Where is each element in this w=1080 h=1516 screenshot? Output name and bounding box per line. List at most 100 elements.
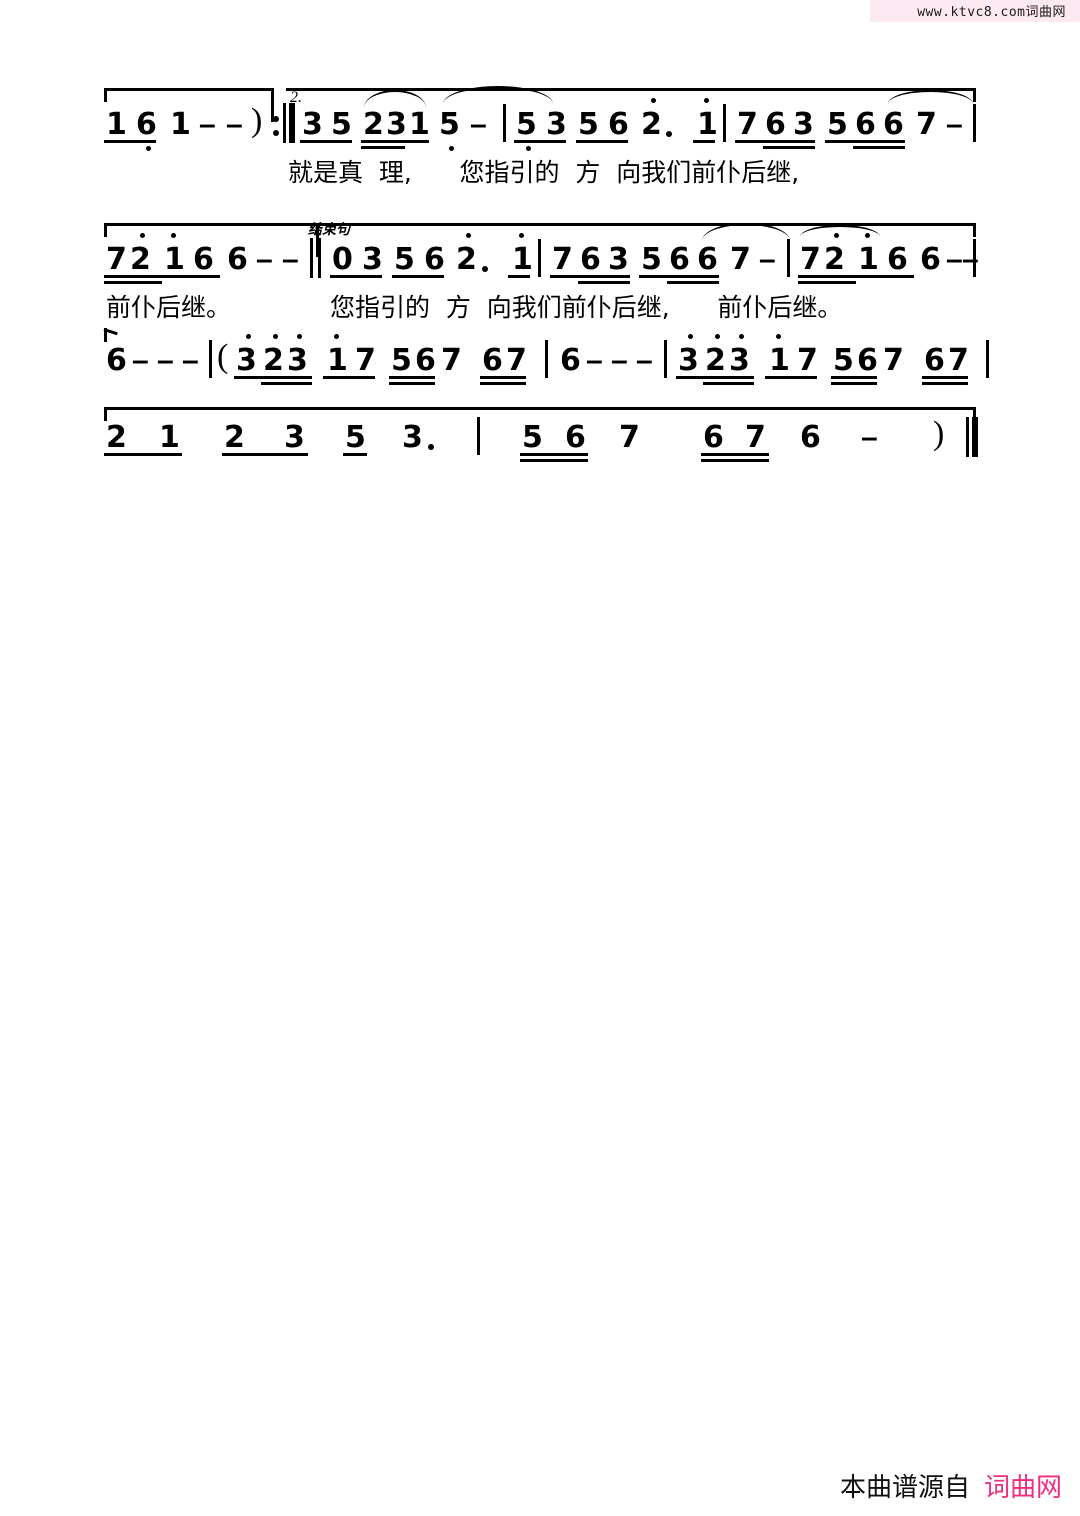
octave-low-dot: [449, 146, 454, 151]
octave-high-dot: [519, 233, 524, 238]
note-glyph: 5: [394, 242, 415, 277]
barline: [973, 104, 976, 142]
note-glyph: 7: [800, 242, 821, 277]
note-dash: –: [470, 108, 487, 141]
note-glyph: 1: [512, 242, 533, 277]
note-glyph: 3: [793, 107, 814, 142]
note-glyph: 6: [697, 242, 718, 277]
augmentation-dot: [666, 131, 672, 137]
note-glyph: 5: [439, 107, 460, 142]
beam-line: [520, 459, 588, 462]
note-glyph: 2: [130, 242, 151, 277]
beam-line: [222, 453, 308, 456]
note-dash: –: [946, 243, 963, 276]
barline: [318, 238, 321, 278]
note-glyph: 3: [546, 107, 567, 142]
note-dash: –: [946, 108, 963, 141]
note-glyph: 1: [170, 107, 191, 142]
note-glyph: 6: [765, 107, 786, 142]
note-glyph: 3: [386, 107, 407, 142]
sheet-music-score: 1 6 1 – – ) 2. 3 5 2 3 1 5 – 5 3 5 6 2 1…: [0, 0, 1080, 1516]
system1-left-tick: [104, 88, 107, 102]
note-glyph: 5: [827, 107, 848, 142]
note-glyph: 6: [136, 107, 157, 142]
footer-brand: 词曲网: [983, 1473, 1062, 1503]
augmentation-dot: [482, 266, 488, 272]
octave-high-dot: [651, 98, 656, 103]
note-glyph: 6: [887, 242, 908, 277]
barline-thick: [289, 103, 295, 143]
note-glyph: 1: [106, 107, 127, 142]
note-glyph: 6: [883, 107, 904, 142]
beam-line: [104, 275, 220, 278]
beam-line: [361, 140, 429, 143]
system2-right-rule: [300, 223, 976, 226]
note-glyph: 5: [578, 107, 599, 142]
note-glyph: 2: [456, 242, 477, 277]
octave-high-dot: [466, 233, 471, 238]
system1-left-rule: [104, 88, 274, 91]
note-glyph: 7: [552, 242, 573, 277]
note-glyph: 3: [302, 107, 323, 142]
note-glyph: 0: [332, 242, 353, 277]
note-glyph: 3: [362, 242, 383, 277]
barline: [787, 239, 790, 277]
repeat-dot: [273, 116, 279, 122]
note-glyph: 6: [580, 242, 601, 277]
beam-line: [701, 459, 769, 462]
octave-high-dot: [140, 233, 145, 238]
beam-line: [578, 281, 630, 284]
repeat-dot: [273, 130, 279, 136]
note-glyph: 2: [641, 107, 662, 142]
barline: [283, 103, 286, 143]
note-glyph: 3: [608, 242, 629, 277]
beam-line: [798, 275, 914, 278]
system2-left-tick: [104, 223, 107, 237]
note-glyph: 7: [737, 107, 758, 142]
note-glyph: 6: [227, 242, 248, 277]
note-glyph: 6: [424, 242, 445, 277]
beam-line: [104, 453, 182, 456]
beam-line: [508, 275, 530, 278]
slur-arc: [888, 90, 973, 104]
note-glyph: 6: [669, 242, 690, 277]
system1-right-tick: [973, 88, 976, 102]
note-dash: –: [226, 108, 243, 141]
note-glyph: 1: [409, 107, 430, 142]
score-system-3-overflow: [0, 316, 1080, 396]
note-glyph: 6: [920, 242, 941, 277]
beam-line: [576, 140, 628, 143]
octave-low-dot: [526, 146, 531, 151]
beam-line: [300, 140, 352, 143]
octave-low-dot: [146, 146, 151, 151]
note-dash: –: [282, 243, 299, 276]
beam-line: [330, 275, 382, 278]
note-glyph: 1: [697, 107, 718, 142]
beam-line: [514, 140, 566, 143]
slur-arc: [800, 225, 880, 237]
beam-line: [853, 146, 905, 149]
note-glyph: 6: [193, 242, 214, 277]
score-system-1: 1 6 1 – – ) 2. 3 5 2 3 1 5 – 5 3 5 6 2 1…: [0, 60, 1080, 190]
beam-line: [735, 140, 815, 143]
note-glyph: 7: [106, 242, 127, 277]
note-glyph: 2: [824, 242, 845, 277]
note-glyph: 7: [730, 242, 751, 277]
beam-line: [550, 275, 630, 278]
note-glyph: 5: [331, 107, 352, 142]
volta-label: 2.: [290, 89, 302, 106]
footer-prefix: 本曲谱源自: [839, 1473, 970, 1503]
beam-line: [763, 146, 815, 149]
note-glyph: 5: [516, 107, 537, 142]
barline: [538, 239, 541, 277]
system2-right-tick: [973, 223, 976, 237]
note-glyph: 5: [641, 242, 662, 277]
beam-line: [798, 281, 856, 284]
note-glyph: 6: [855, 107, 876, 142]
beam-line: [701, 453, 769, 456]
beam-line: [693, 140, 715, 143]
lyrics-line: 就是真 理, 您指引的 方 向我们前仆后继,: [288, 158, 800, 187]
section-mark-label: 结束句: [308, 222, 350, 238]
note-glyph: 7: [916, 107, 937, 142]
slur-arc: [364, 90, 426, 108]
